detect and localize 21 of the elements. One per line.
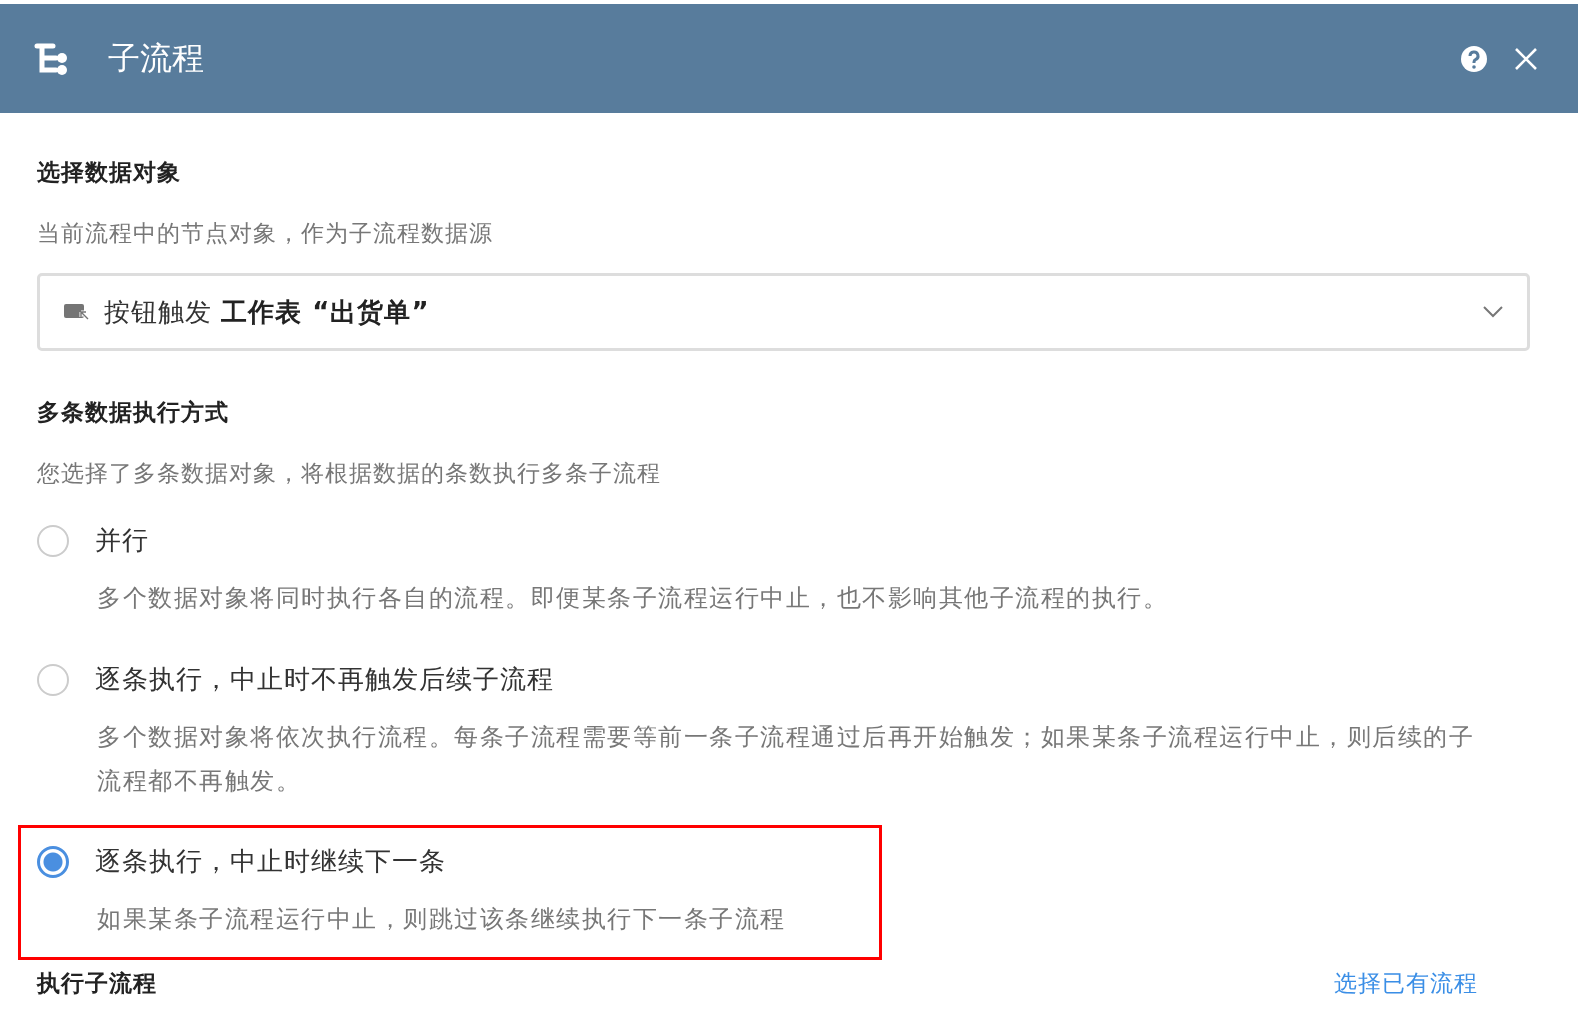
option-label[interactable]: 逐条执行，中止时继续下一条	[95, 844, 446, 879]
section-hint: 当前流程中的节点对象，作为子流程数据源	[37, 219, 494, 248]
option-label[interactable]: 逐条执行，中止时不再触发后续子流程	[95, 662, 554, 697]
dialog-title: 子流程	[108, 37, 204, 79]
help-icon[interactable]	[1460, 44, 1488, 73]
option-label[interactable]: 并行	[95, 523, 149, 558]
data-object-select[interactable]: 按钮触发 工作表 “出货单”	[37, 273, 1530, 351]
option-description: 多个数据对象将同时执行各自的流程。即便某条子流程运行中止，也不影响其他子流程的执行。	[97, 583, 1169, 614]
section-heading: 选择数据对象	[37, 158, 182, 187]
radio-button[interactable]	[37, 524, 69, 557]
section-hint: 您选择了多条数据对象，将根据数据的条数执行多条子流程	[37, 459, 662, 488]
section-heading: 执行子流程	[37, 969, 157, 998]
option-description: 多个数据对象将依次执行流程。每条子流程需要等前一条子流程通过后再开始触发；如果某条子流程运行中止，则后续的子流程都不再触发。	[97, 722, 1475, 797]
radio-button[interactable]	[37, 845, 69, 878]
chevron-down-icon	[1483, 306, 1503, 318]
option-description: 如果某条子流程运行中止，则跳过该条继续执行下一条子流程	[97, 904, 787, 935]
close-icon[interactable]	[1514, 46, 1538, 71]
select-value: 按钮触发 工作表 “出货单”	[104, 295, 430, 329]
section-heading: 多条数据执行方式	[37, 398, 230, 427]
button-trigger-icon	[64, 303, 90, 321]
radio-button[interactable]	[37, 663, 69, 696]
